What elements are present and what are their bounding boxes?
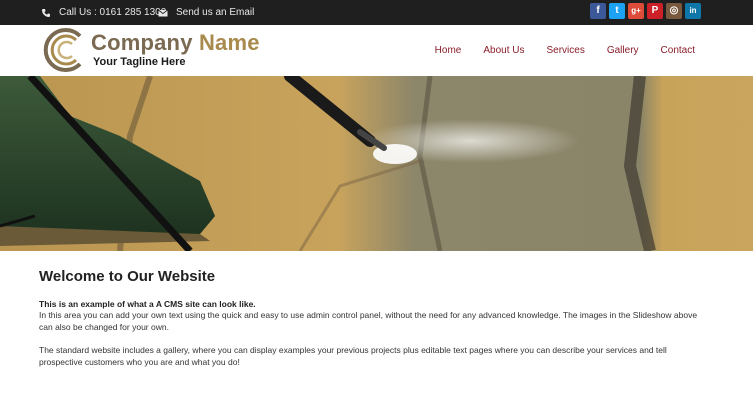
hero-slideshow xyxy=(0,76,753,251)
facebook-icon[interactable]: f xyxy=(590,3,606,19)
company-name-part-1: Company xyxy=(91,30,193,55)
intro-text: This is an example of what a A CMS site … xyxy=(39,299,256,309)
tagline: Your Tagline Here xyxy=(93,56,186,68)
linkedin-icon[interactable]: in xyxy=(685,3,701,19)
page-title: Welcome to Our Website xyxy=(39,268,216,285)
envelope-icon xyxy=(158,9,168,16)
phone-text: Call Us : 0161 285 1300 xyxy=(59,7,167,18)
company-name-part-2: Name xyxy=(198,30,260,55)
hero-image xyxy=(0,76,753,251)
nav-about-us[interactable]: About Us xyxy=(483,45,524,56)
body-paragraph-2: The standard website includes a gallery,… xyxy=(39,345,667,367)
google-plus-icon[interactable]: g+ xyxy=(628,3,644,19)
instagram-icon[interactable]: ◎ xyxy=(666,3,682,19)
nav-services[interactable]: Services xyxy=(546,45,584,56)
pinterest-icon[interactable]: P xyxy=(647,3,663,19)
main-content: Welcome to Our Website This is an exampl… xyxy=(39,268,709,368)
top-bar: Call Us : 0161 285 1300 Send us an Email… xyxy=(0,0,753,25)
email-contact[interactable]: Send us an Email xyxy=(158,0,254,25)
twitter-icon[interactable]: t xyxy=(609,3,625,19)
nav-home[interactable]: Home xyxy=(435,45,462,56)
nav-gallery[interactable]: Gallery xyxy=(607,45,639,56)
company-logo-icon[interactable] xyxy=(42,28,88,72)
company-name[interactable]: Company Name xyxy=(91,30,260,56)
main-nav: Home About Us Services Gallery Contact xyxy=(435,25,695,76)
phone-icon xyxy=(42,8,50,17)
nav-contact[interactable]: Contact xyxy=(661,45,695,56)
social-icons: f t g+ P ◎ in xyxy=(590,3,701,19)
site-header: Company Name Your Tagline Here Home Abou… xyxy=(0,25,753,76)
email-link: Send us an Email xyxy=(176,7,255,18)
body-paragraph-1: In this area you can add your own text u… xyxy=(39,310,698,332)
phone-contact[interactable]: Call Us : 0161 285 1300 xyxy=(41,0,166,25)
